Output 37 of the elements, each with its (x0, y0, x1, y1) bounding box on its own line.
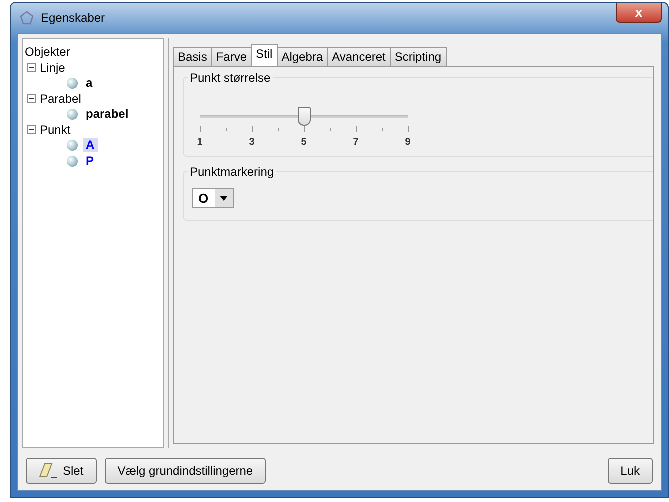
tree-item[interactable]: A (83, 138, 98, 152)
tree-item[interactable]: a (83, 76, 96, 90)
tree-item[interactable]: Parabel (40, 92, 82, 106)
slider-thumb[interactable] (298, 107, 311, 126)
tick-label: 7 (353, 137, 359, 148)
tree-item[interactable]: Linje (40, 60, 66, 74)
tree-item[interactable]: parabel (83, 107, 132, 121)
collapse-icon[interactable] (27, 63, 36, 72)
tab[interactable]: Farve (211, 47, 252, 66)
tick-label: 1 (197, 137, 203, 148)
window-title: Egenskaber (41, 11, 106, 25)
tab[interactable]: Basis (173, 47, 212, 66)
tree-item[interactable]: Punkt (40, 122, 71, 136)
tick-label: 3 (249, 137, 255, 148)
tree-item[interactable]: P (83, 154, 98, 168)
tab[interactable]: Avanceret (327, 47, 391, 66)
pentagon-icon (19, 10, 35, 26)
dialog-button[interactable]: Vælg grundindstillingerne (104, 458, 266, 484)
caret-icon (220, 196, 228, 200)
tree-root: Objekter (25, 45, 72, 60)
tick-label: 9 (405, 137, 411, 148)
style-dropdown[interactable]: O (192, 188, 234, 208)
tab[interactable]: Stil (251, 44, 278, 66)
tab[interactable]: Scripting (390, 47, 447, 66)
sphere-icon (67, 108, 78, 120)
sphere-icon (67, 140, 78, 150)
sphere-icon (67, 78, 78, 88)
group-title: Punktmarkering (188, 165, 276, 179)
collapse-icon[interactable] (27, 125, 36, 134)
sphere-icon (67, 156, 78, 166)
group-title: Punkt størrelse (188, 71, 273, 85)
dialog-button[interactable]: Slet (26, 458, 97, 484)
eraser-icon (39, 463, 59, 479)
dialog-button[interactable]: Luk (608, 458, 653, 484)
tab[interactable]: Algebra (276, 47, 328, 66)
collapse-icon[interactable] (27, 94, 36, 103)
tick-label: 5 (301, 137, 307, 148)
